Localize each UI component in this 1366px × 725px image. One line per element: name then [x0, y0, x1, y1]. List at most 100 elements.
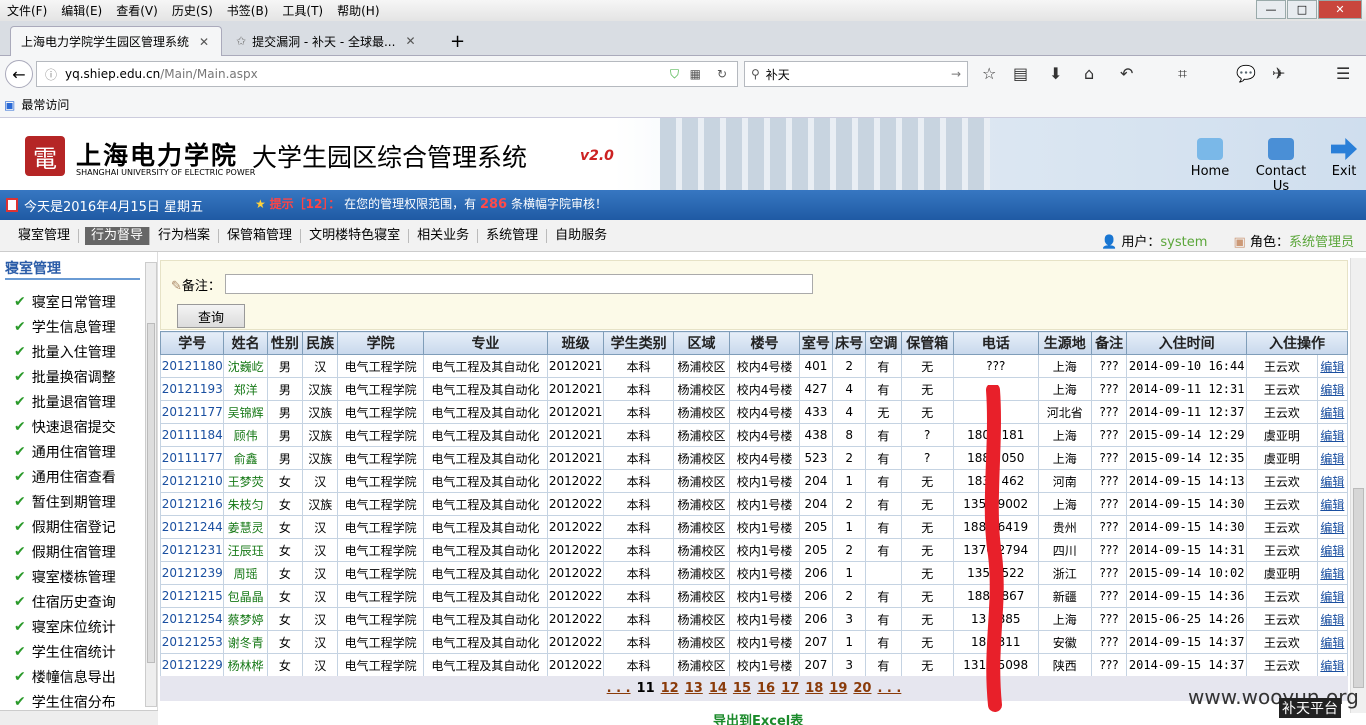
menu-bookmarks[interactable]: 书签(B) — [220, 2, 276, 19]
crop-icon[interactable]: ⌗ — [1178, 64, 1187, 84]
page-link[interactable]: 11 — [637, 681, 655, 696]
sidebar-scrollbar[interactable] — [145, 262, 157, 707]
hamburger-menu-icon[interactable]: ☰ — [1336, 64, 1350, 83]
menu-help[interactable]: 帮助(H) — [330, 2, 386, 19]
undo-icon[interactable]: ↶ — [1120, 64, 1133, 83]
table-cell: 女 — [266, 561, 304, 585]
sidebar-item[interactable]: ✔ 通用住宿查看 — [14, 464, 116, 489]
download-icon[interactable]: ⬇ — [1049, 64, 1062, 83]
close-tab-icon[interactable]: ✕ — [405, 34, 415, 48]
sidebar-item[interactable]: ✔ 学生信息管理 — [14, 314, 116, 339]
page-link[interactable]: 19 — [829, 681, 847, 696]
chat-icon[interactable]: 💬 — [1236, 64, 1256, 83]
menu-related-business[interactable]: 相关业务 — [409, 228, 479, 243]
edit-link[interactable]: 编辑 — [1316, 400, 1349, 424]
edit-link[interactable]: 编辑 — [1316, 446, 1349, 470]
sidebar-item[interactable]: ✔ 学生住宿统计 — [14, 639, 116, 664]
menu-history[interactable]: 历史(S) — [165, 2, 220, 19]
extension-icon[interactable]: ✈ — [1272, 64, 1285, 83]
sidebar-item[interactable]: ✔ 住宿历史查询 — [14, 589, 116, 614]
sidebar-hscrollbar[interactable] — [0, 710, 158, 725]
search-input[interactable]: 补天 — [766, 66, 790, 83]
exit-button[interactable]: Exit — [1330, 138, 1358, 179]
shield-icon[interactable]: ⛉ — [670, 67, 679, 82]
edit-link[interactable]: 编辑 — [1316, 584, 1349, 608]
page-link[interactable]: 16 — [757, 681, 775, 696]
contact-button[interactable]: Contact Us — [1246, 138, 1316, 194]
edit-link[interactable]: 编辑 — [1316, 538, 1349, 562]
sidebar-item[interactable]: ✔ 批量换宿调整 — [14, 364, 116, 389]
menu-view[interactable]: 查看(V) — [109, 2, 165, 19]
menu-behavior-records[interactable]: 行为档案 — [150, 228, 220, 243]
sidebar-item[interactable]: ✔ 快速退宿提交 — [14, 414, 116, 439]
page-link[interactable]: 13 — [685, 681, 703, 696]
info-icon[interactable]: ⓘ — [45, 66, 57, 83]
sidebar-item[interactable]: ✔ 假期住宿登记 — [14, 514, 116, 539]
close-tab-icon[interactable]: ✕ — [199, 35, 209, 49]
page-link[interactable]: 14 — [709, 681, 727, 696]
reading-list-icon[interactable]: ▤ — [1013, 64, 1028, 83]
bookmark-most-visited[interactable]: 最常访问 — [21, 96, 69, 113]
scroll-thumb[interactable] — [147, 323, 155, 663]
table-cell: 无 — [865, 400, 902, 424]
tab-campus-system[interactable]: 上海电力学院学生园区管理系统 ✕ — [10, 26, 222, 56]
menu-civilized-dorm[interactable]: 文明楼特色寝室 — [301, 228, 410, 243]
home-button[interactable]: Home — [1188, 138, 1232, 179]
edit-link[interactable]: 编辑 — [1316, 377, 1349, 401]
edit-link[interactable]: 编辑 — [1316, 423, 1349, 447]
edit-link[interactable]: 编辑 — [1316, 492, 1349, 516]
page-link[interactable]: 15 — [733, 681, 751, 696]
go-arrow-icon[interactable]: → — [951, 67, 961, 81]
sidebar-item[interactable]: ✔ 寝室楼栋管理 — [14, 564, 116, 589]
page-link[interactable]: 18 — [805, 681, 823, 696]
menu-behavior-supervision[interactable]: 行为督导 — [85, 226, 151, 245]
table-row: 20121210 王梦荧女汉电气工程学院 电气工程及其自动化 2012022 本科 杨浦校… — [159, 469, 1349, 493]
sidebar-item[interactable]: ✔ 批量退宿管理 — [14, 389, 116, 414]
search-box[interactable]: ⚲ 补天 → — [744, 61, 968, 87]
edit-link[interactable]: 编辑 — [1316, 515, 1349, 539]
sidebar-item[interactable]: ✔ 寝室日常管理 — [14, 289, 116, 314]
note-input[interactable] — [225, 274, 813, 294]
page-link[interactable]: 20 — [853, 681, 871, 696]
menu-dorm-management[interactable]: 寝室管理 — [10, 228, 80, 243]
bookmark-star-icon[interactable]: ☆ — [982, 64, 996, 83]
edit-link[interactable]: 编辑 — [1316, 630, 1349, 654]
sidebar-item[interactable]: ✔ 批量入住管理 — [14, 339, 116, 364]
content-scrollbar[interactable] — [1350, 258, 1366, 713]
pager-prev-link[interactable]: . . . — [607, 681, 631, 696]
edit-link[interactable]: 编辑 — [1316, 354, 1349, 378]
reload-icon[interactable]: ↻ — [717, 67, 727, 81]
menu-system-management[interactable]: 系统管理 — [478, 228, 548, 243]
back-button[interactable]: ← — [5, 60, 33, 88]
menu-tools[interactable]: 工具(T) — [275, 2, 330, 19]
minimize-button[interactable]: — — [1256, 0, 1286, 19]
sidebar-item[interactable]: ✔ 通用住宿管理 — [14, 439, 116, 464]
menu-file[interactable]: 文件(F) — [0, 2, 54, 19]
new-tab-button[interactable]: + — [440, 26, 475, 56]
hint-label[interactable]: 提示［12］： — [270, 197, 341, 211]
edit-link[interactable]: 编辑 — [1316, 469, 1349, 493]
sidebar-item[interactable]: ✔ 楼幢信息导出 — [14, 664, 116, 689]
page-link[interactable]: 12 — [661, 681, 679, 696]
edit-link[interactable]: 编辑 — [1316, 653, 1349, 677]
export-excel-link[interactable]: 导出到Excel表 — [713, 710, 803, 725]
page-link[interactable]: 17 — [781, 681, 799, 696]
edit-link[interactable]: 编辑 — [1316, 607, 1349, 631]
close-window-button[interactable]: ✕ — [1318, 0, 1362, 19]
scroll-thumb[interactable] — [1353, 488, 1364, 688]
edit-link[interactable]: 编辑 — [1316, 561, 1349, 585]
sidebar-item[interactable]: ✔ 暂住到期管理 — [14, 489, 116, 514]
qr-icon[interactable]: ▦ — [690, 67, 701, 81]
url-bar[interactable]: ⓘ yq.shiep.edu.cn/Main/Main.aspx ⛉ ▦ ↻ — [36, 61, 738, 87]
sidebar-item-label: 寝室楼栋管理 — [31, 569, 116, 586]
menu-edit[interactable]: 编辑(E) — [54, 2, 109, 19]
query-button[interactable]: 查询 — [177, 304, 245, 328]
maximize-button[interactable]: □ — [1287, 0, 1317, 19]
home-icon[interactable]: ⌂ — [1084, 64, 1094, 83]
pager-next-link[interactable]: . . . — [877, 681, 901, 696]
menu-locker-management[interactable]: 保管箱管理 — [219, 228, 302, 243]
menu-self-service[interactable]: 自助服务 — [547, 228, 615, 243]
tab-butian[interactable]: ✩ 提交漏洞 - 补天 - 全球最... ✕ — [226, 26, 436, 56]
sidebar-item[interactable]: ✔ 假期住宿管理 — [14, 539, 116, 564]
sidebar-item[interactable]: ✔ 寝室床位统计 — [14, 614, 116, 639]
